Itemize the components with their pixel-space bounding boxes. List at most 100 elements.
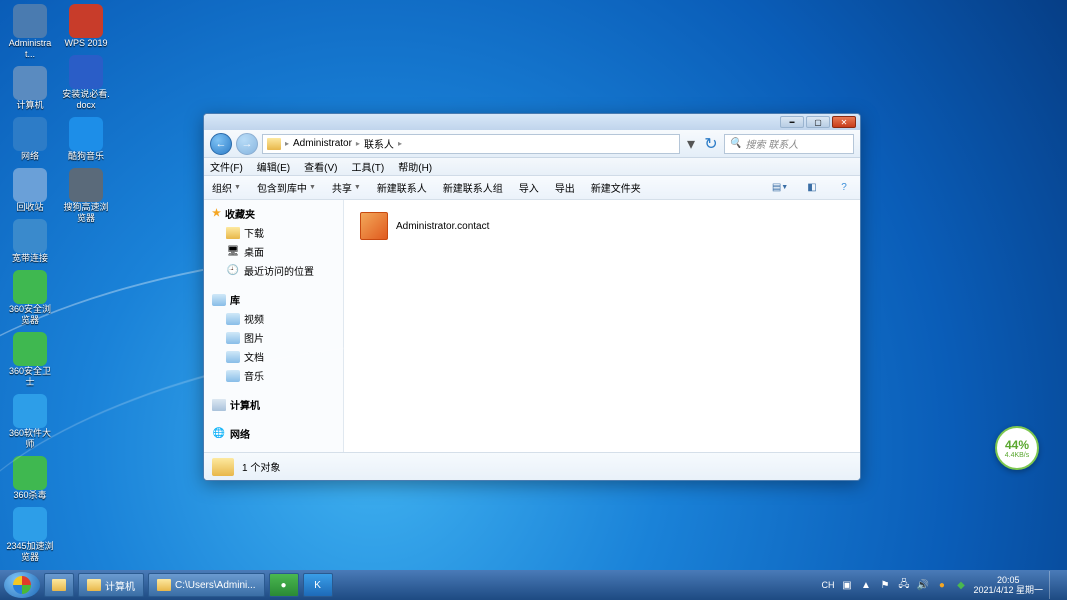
desktop-icon-label: 网络 [21, 151, 39, 162]
tray-icon[interactable]: ● [935, 579, 948, 592]
search-placeholder: 搜索 联系人 [745, 136, 798, 151]
organize-button[interactable]: 组织▼ [212, 180, 241, 195]
sidebar-item-videos[interactable]: 视频 [204, 309, 343, 328]
menu-tools[interactable]: 工具(T) [351, 159, 384, 174]
desktop-icon[interactable]: 酷狗音乐 [62, 117, 110, 162]
star-icon: ★ [212, 208, 221, 219]
command-bar: 组织▼ 包含到库中▼ 共享▼ 新建联系人 新建联系人组 导入 导出 新建文件夹 … [204, 176, 860, 200]
2345-icon [13, 507, 47, 541]
address-bar[interactable]: ▸ Administrator ▸ 联系人 ▸ [262, 134, 680, 154]
battery-widget[interactable]: 44% 4.4KB/s [995, 426, 1039, 470]
sidebar-item-desktop[interactable]: 🖥桌面 [204, 242, 343, 261]
libraries-group[interactable]: 库 [204, 290, 343, 309]
breadcrumb-seg[interactable]: 联系人 [364, 136, 394, 151]
document-icon [226, 351, 240, 363]
file-name: Administrator.contact [396, 221, 489, 232]
desktop-icon[interactable]: 360软件大师 [6, 394, 54, 450]
start-button[interactable] [4, 572, 40, 598]
new-group-button[interactable]: 新建联系人组 [443, 180, 503, 195]
new-folder-button[interactable]: 新建文件夹 [591, 180, 641, 195]
desktop-icon[interactable]: Administrat... [6, 4, 54, 60]
sidebar-item-recent[interactable]: 🕘最近访问的位置 [204, 261, 343, 280]
preview-pane-button[interactable]: ◧ [804, 180, 820, 196]
tray-icon[interactable]: ◆ [954, 579, 967, 592]
desktop-icon[interactable]: 网络 [6, 117, 54, 162]
sidebar-item-downloads[interactable]: 下载 [204, 223, 343, 242]
file-item[interactable]: Administrator.contact [358, 210, 846, 242]
computer-group[interactable]: 计算机 [204, 395, 343, 414]
back-button[interactable]: ← [210, 133, 232, 155]
desktop-icon[interactable]: 搜狗高速浏览器 [62, 168, 110, 224]
status-bar: 1 个对象 [204, 452, 860, 480]
network-group[interactable]: 🌐网络 [204, 424, 343, 443]
taskbar-item-explorer[interactable]: C:\Users\Admini... [148, 573, 265, 597]
ime-indicator[interactable]: CH [821, 580, 834, 590]
volume-icon[interactable]: 🔊 [916, 579, 929, 592]
desktop-icon-label: 计算机 [16, 100, 43, 111]
menu-view[interactable]: 查看(V) [304, 159, 337, 174]
doc-icon [69, 55, 103, 89]
breadcrumb-seg[interactable]: Administrator [293, 138, 352, 149]
desktop-icon[interactable]: 安装说必看.docx [62, 55, 110, 111]
sidebar-item-music[interactable]: 音乐 [204, 366, 343, 385]
desktop: Administrat... 计算机网络回收站宽带连接 360安全浏览器 360安全卫… [6, 4, 110, 563]
library-icon [212, 294, 226, 306]
folder-icon [212, 458, 234, 476]
maximize-button[interactable]: ▢ [806, 116, 830, 128]
desktop-icon[interactable]: 计算机 [6, 66, 54, 111]
include-lib-button[interactable]: 包含到库中▼ [257, 180, 316, 195]
share-button[interactable]: 共享▼ [332, 180, 361, 195]
desktop-icon[interactable]: 2345加速浏览器 [6, 507, 54, 563]
tray-icon[interactable]: ▣ [840, 579, 853, 592]
desktop-icon[interactable]: 360安全浏览器 [6, 270, 54, 326]
separator-icon: ▸ [356, 139, 360, 148]
new-contact-button[interactable]: 新建联系人 [377, 180, 427, 195]
desktop-icon[interactable]: 360杀毒 [6, 456, 54, 501]
menu-edit[interactable]: 编辑(E) [257, 159, 290, 174]
desktop-icon-label: 360安全卫士 [6, 366, 54, 388]
close-button[interactable]: ✕ [832, 116, 856, 128]
net-icon [13, 117, 47, 151]
show-desktop-button[interactable] [1049, 571, 1059, 599]
kugou-icon [69, 117, 103, 151]
explorer-window: ━ ▢ ✕ ← → ▸ Administrator ▸ 联系人 ▸ ▾ ↻ 🔍 … [203, 113, 861, 481]
refresh-button[interactable]: ↻ [702, 135, 720, 153]
contact-icon [360, 212, 388, 240]
desktop-icon-label: 360杀毒 [13, 490, 46, 501]
search-input[interactable]: 🔍 搜索 联系人 [724, 134, 854, 154]
desktop-icon[interactable]: 宽带连接 [6, 219, 54, 264]
titlebar[interactable]: ━ ▢ ✕ [204, 114, 860, 130]
content-pane[interactable]: Administrator.contact [344, 200, 860, 452]
taskbar-item-computer[interactable]: 计算机 [78, 573, 144, 597]
import-button[interactable]: 导入 [519, 180, 539, 195]
favorites-group[interactable]: ★收藏夹 [204, 204, 343, 223]
forward-button[interactable]: → [236, 133, 258, 155]
windows-logo-icon [13, 576, 31, 594]
menu-help[interactable]: 帮助(H) [398, 159, 432, 174]
address-dropdown[interactable]: ▾ [684, 134, 698, 154]
taskbar-item-app[interactable]: ● [269, 573, 299, 597]
clock[interactable]: 20:05 2021/4/12 星期一 [973, 575, 1043, 595]
network-tray-icon[interactable]: 🖧 [897, 579, 910, 592]
help-button[interactable]: ? [836, 180, 852, 196]
tray-expand-icon[interactable]: ▲ [859, 579, 872, 592]
view-options-button[interactable]: ▤▼ [772, 180, 788, 196]
menu-file[interactable]: 文件(F) [210, 159, 243, 174]
nav-bar: ← → ▸ Administrator ▸ 联系人 ▸ ▾ ↻ 🔍 搜索 联系人 [204, 130, 860, 158]
export-button[interactable]: 导出 [555, 180, 575, 195]
desktop-icon[interactable]: 回收站 [6, 168, 54, 213]
sidebar-item-pictures[interactable]: 图片 [204, 328, 343, 347]
flag-icon[interactable]: ⚑ [878, 579, 891, 592]
music-icon [226, 370, 240, 382]
sidebar-item-documents[interactable]: 文档 [204, 347, 343, 366]
desktop-icon-label: 酷狗音乐 [68, 151, 104, 162]
minimize-button[interactable]: ━ [780, 116, 804, 128]
wps-icon [69, 4, 103, 38]
pinned-explorer[interactable] [44, 573, 74, 597]
desktop-icon[interactable]: 360安全卫士 [6, 332, 54, 388]
desktop-icon[interactable]: WPS 2019 [62, 4, 110, 49]
desktop-icon-label: 2345加速浏览器 [6, 541, 54, 563]
desktop-icon-label: 搜狗高速浏览器 [62, 202, 110, 224]
separator-icon: ▸ [285, 139, 289, 148]
taskbar-item-kugou[interactable]: K [303, 573, 333, 597]
